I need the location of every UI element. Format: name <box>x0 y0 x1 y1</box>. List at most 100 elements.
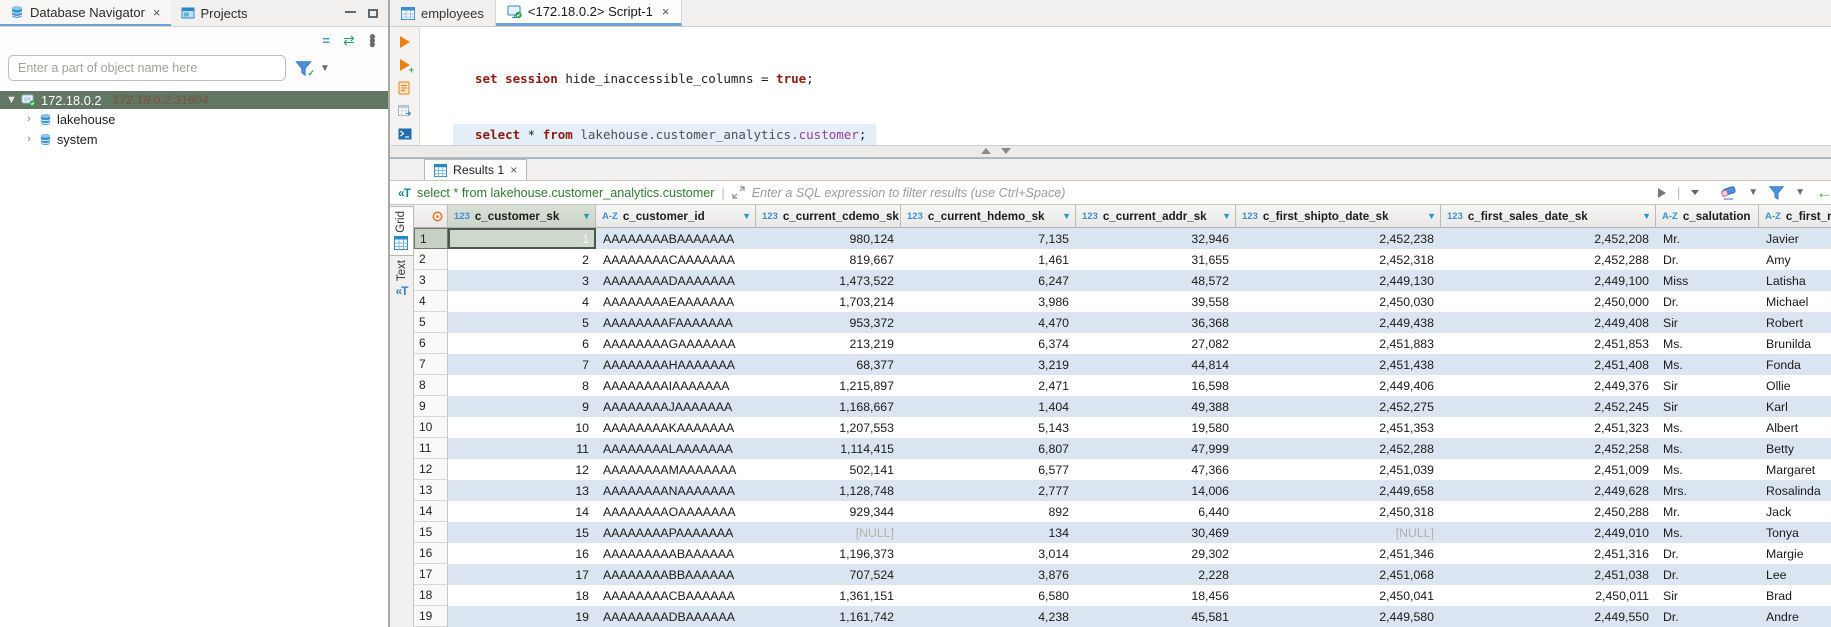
grid-cell-c_current_addr_sk[interactable]: 19,580 <box>1076 417 1236 438</box>
grid-cell-c_first_na[interactable]: Ollie <box>1759 375 1831 396</box>
grid-cell-c_current_addr_sk[interactable]: 30,469 <box>1076 522 1236 543</box>
grid-cell-c_customer_sk[interactable]: 8 <box>448 375 596 396</box>
grid-cell-c_customer_sk[interactable]: 18 <box>448 585 596 606</box>
grid-cell-c_customer_id[interactable]: AAAAAAAABAAAAAAA <box>596 228 756 249</box>
grid-cell-c_first_sales_date_sk[interactable]: 2,450,011 <box>1441 585 1656 606</box>
grid-cell-c_first_na[interactable]: Rosalinda <box>1759 480 1831 501</box>
grid-cell-c_current_hdemo_sk[interactable]: 892 <box>901 501 1076 522</box>
grid-cell-c_salutation[interactable]: Dr. <box>1656 606 1759 627</box>
grid-header-c_customer_id[interactable]: A-Zc_customer_id▼ <box>596 205 756 227</box>
grid-cell-c_first_sales_date_sk[interactable]: 2,449,376 <box>1441 375 1656 396</box>
row-number[interactable]: 11 <box>414 438 448 459</box>
tab-database-navigator[interactable]: Database Navigator × <box>0 0 171 26</box>
grid-cell-c_current_hdemo_sk[interactable]: 4,238 <box>901 606 1076 627</box>
filter-icon[interactable]: ✓ <box>294 60 312 76</box>
sort-dropdown-icon[interactable]: ▼ <box>576 211 591 221</box>
editor-results-splitter[interactable] <box>390 145 1831 158</box>
row-number[interactable]: 8 <box>414 375 448 396</box>
grid-cell-c_current_cdemo_sk[interactable]: 1,215,897 <box>756 375 901 396</box>
grid-cell-c_current_hdemo_sk[interactable]: 6,807 <box>901 438 1076 459</box>
grid-cell-c_first_shipto_date_sk[interactable]: 2,451,883 <box>1236 333 1441 354</box>
grid-cell-c_current_hdemo_sk[interactable]: 1,404 <box>901 396 1076 417</box>
grid-cell-c_current_hdemo_sk[interactable]: 2,777 <box>901 480 1076 501</box>
filter-menu-icon[interactable] <box>1769 186 1784 200</box>
grid-cell-c_current_addr_sk[interactable]: 31,655 <box>1076 249 1236 270</box>
grid-cell-c_current_addr_sk[interactable]: 27,082 <box>1076 333 1236 354</box>
view-menu-icon[interactable]: ●●● <box>369 34 376 46</box>
grid-cell-c_customer_id[interactable]: AAAAAAAACBAAAAAA <box>596 585 756 606</box>
close-icon[interactable]: × <box>510 163 517 177</box>
grid-cell-c_first_shipto_date_sk[interactable]: 2,449,130 <box>1236 270 1441 291</box>
grid-cell-c_customer_sk[interactable]: 16 <box>448 543 596 564</box>
grid-cell-c_salutation[interactable]: Dr. <box>1656 564 1759 585</box>
tree-item-lakehouse[interactable]: › lakehouse <box>0 109 388 129</box>
row-number[interactable]: 14 <box>414 501 448 522</box>
grid-cell-c_current_hdemo_sk[interactable]: 3,014 <box>901 543 1076 564</box>
sash-arrows[interactable] <box>981 148 1011 154</box>
sort-dropdown-icon[interactable]: ▼ <box>1636 211 1651 221</box>
grid-cell-c_first_shipto_date_sk[interactable]: 2,449,438 <box>1236 312 1441 333</box>
grid-cell-c_customer_sk[interactable]: 6 <box>448 333 596 354</box>
grid-cell-c_first_na[interactable]: Lee <box>1759 564 1831 585</box>
tree-item-system[interactable]: › system <box>0 129 388 149</box>
grid-cell-c_current_cdemo_sk[interactable]: 1,161,742 <box>756 606 901 627</box>
row-number[interactable]: 1 <box>414 228 448 249</box>
grid-cell-c_first_shipto_date_sk[interactable]: 2,452,275 <box>1236 396 1441 417</box>
grid-cell-c_first_na[interactable]: Andre <box>1759 606 1831 627</box>
grid-cell-c_current_hdemo_sk[interactable]: 6,580 <box>901 585 1076 606</box>
grid-cell-c_customer_id[interactable]: AAAAAAAAJAAAAAAA <box>596 396 756 417</box>
filter-expression-input[interactable] <box>752 186 1651 200</box>
grid-cell-c_customer_id[interactable]: AAAAAAAADBAAAAAA <box>596 606 756 627</box>
grid-cell-c_customer_sk[interactable]: 9 <box>448 396 596 417</box>
grid-header-c_current_addr_sk[interactable]: 123c_current_addr_sk▼ <box>1076 205 1236 227</box>
grid-cell-c_customer_sk[interactable]: 4 <box>448 291 596 312</box>
grid-cell-c_customer_sk[interactable]: 13 <box>448 480 596 501</box>
row-number[interactable]: 9 <box>414 396 448 417</box>
grid-cell-c_first_shipto_date_sk[interactable]: 2,450,318 <box>1236 501 1441 522</box>
grid-cell-c_salutation[interactable]: Mr. <box>1656 228 1759 249</box>
execute-statement-button[interactable] <box>396 34 413 50</box>
grid-cell-c_customer_sk[interactable]: 17 <box>448 564 596 585</box>
row-number[interactable]: 16 <box>414 543 448 564</box>
close-icon[interactable]: × <box>153 5 161 20</box>
sort-dropdown-icon[interactable]: ▼ <box>1216 211 1231 221</box>
grid-cell-c_salutation[interactable]: Sir <box>1656 312 1759 333</box>
grid-cell-c_current_hdemo_sk[interactable]: 6,247 <box>901 270 1076 291</box>
grid-cell-c_salutation[interactable]: Dr. <box>1656 249 1759 270</box>
grid-cell-c_current_addr_sk[interactable]: 18,456 <box>1076 585 1236 606</box>
grid-cell-c_customer_id[interactable]: AAAAAAAADAAAAAAA <box>596 270 756 291</box>
grid-cell-c_first_sales_date_sk[interactable]: 2,452,245 <box>1441 396 1656 417</box>
grid-cell-c_customer_id[interactable]: AAAAAAAABBAAAAAA <box>596 564 756 585</box>
grid-cell-c_first_sales_date_sk[interactable]: 2,452,258 <box>1441 438 1656 459</box>
execute-script-button[interactable] <box>396 80 413 96</box>
grid-cell-c_first_sales_date_sk[interactable]: 2,450,288 <box>1441 501 1656 522</box>
grid-cell-c_customer_id[interactable]: AAAAAAAALAAAAAAA <box>596 438 756 459</box>
grid-cell-c_current_cdemo_sk[interactable]: 929,344 <box>756 501 901 522</box>
grid-cell-c_current_hdemo_sk[interactable]: 3,986 <box>901 291 1076 312</box>
grid-cell-c_first_shipto_date_sk[interactable]: 2,449,580 <box>1236 606 1441 627</box>
grid-cell-c_current_addr_sk[interactable]: 6,440 <box>1076 501 1236 522</box>
grid-cell-c_first_sales_date_sk[interactable]: 2,449,628 <box>1441 480 1656 501</box>
close-icon[interactable]: × <box>662 4 670 19</box>
grid-cell-c_customer_id[interactable]: AAAAAAAANAAAAAAA <box>596 480 756 501</box>
link-with-editor-icon[interactable]: ⇄ <box>343 32 355 49</box>
presentation-grid-button[interactable]: Grid <box>390 206 414 256</box>
grid-cell-c_first_sales_date_sk[interactable]: 2,451,009 <box>1441 459 1656 480</box>
grid-cell-c_first_na[interactable]: Latisha <box>1759 270 1831 291</box>
sort-dropdown-icon[interactable]: ▼ <box>736 211 751 221</box>
apply-filter-icon[interactable] <box>1658 188 1666 198</box>
grid-cell-c_first_shipto_date_sk[interactable]: 2,450,030 <box>1236 291 1441 312</box>
grid-corner-cell[interactable] <box>414 205 448 227</box>
grid-cell-c_first_shipto_date_sk[interactable]: 2,449,406 <box>1236 375 1441 396</box>
export-resultset-button[interactable] <box>396 103 413 119</box>
grid-cell-c_customer_id[interactable]: AAAAAAAAOAAAAAAA <box>596 501 756 522</box>
grid-cell-c_current_addr_sk[interactable]: 16,598 <box>1076 375 1236 396</box>
grid-cell-c_first_na[interactable]: Karl <box>1759 396 1831 417</box>
row-number[interactable]: 5 <box>414 312 448 333</box>
grid-cell-c_customer_id[interactable]: AAAAAAAAFAAAAAAA <box>596 312 756 333</box>
grid-cell-c_salutation[interactable]: Ms. <box>1656 333 1759 354</box>
row-number[interactable]: 4 <box>414 291 448 312</box>
grid-cell-c_salutation[interactable]: Ms. <box>1656 354 1759 375</box>
grid-cell-c_customer_id[interactable]: AAAAAAAAHAAAAAAA <box>596 354 756 375</box>
grid-cell-c_customer_sk[interactable]: 7 <box>448 354 596 375</box>
